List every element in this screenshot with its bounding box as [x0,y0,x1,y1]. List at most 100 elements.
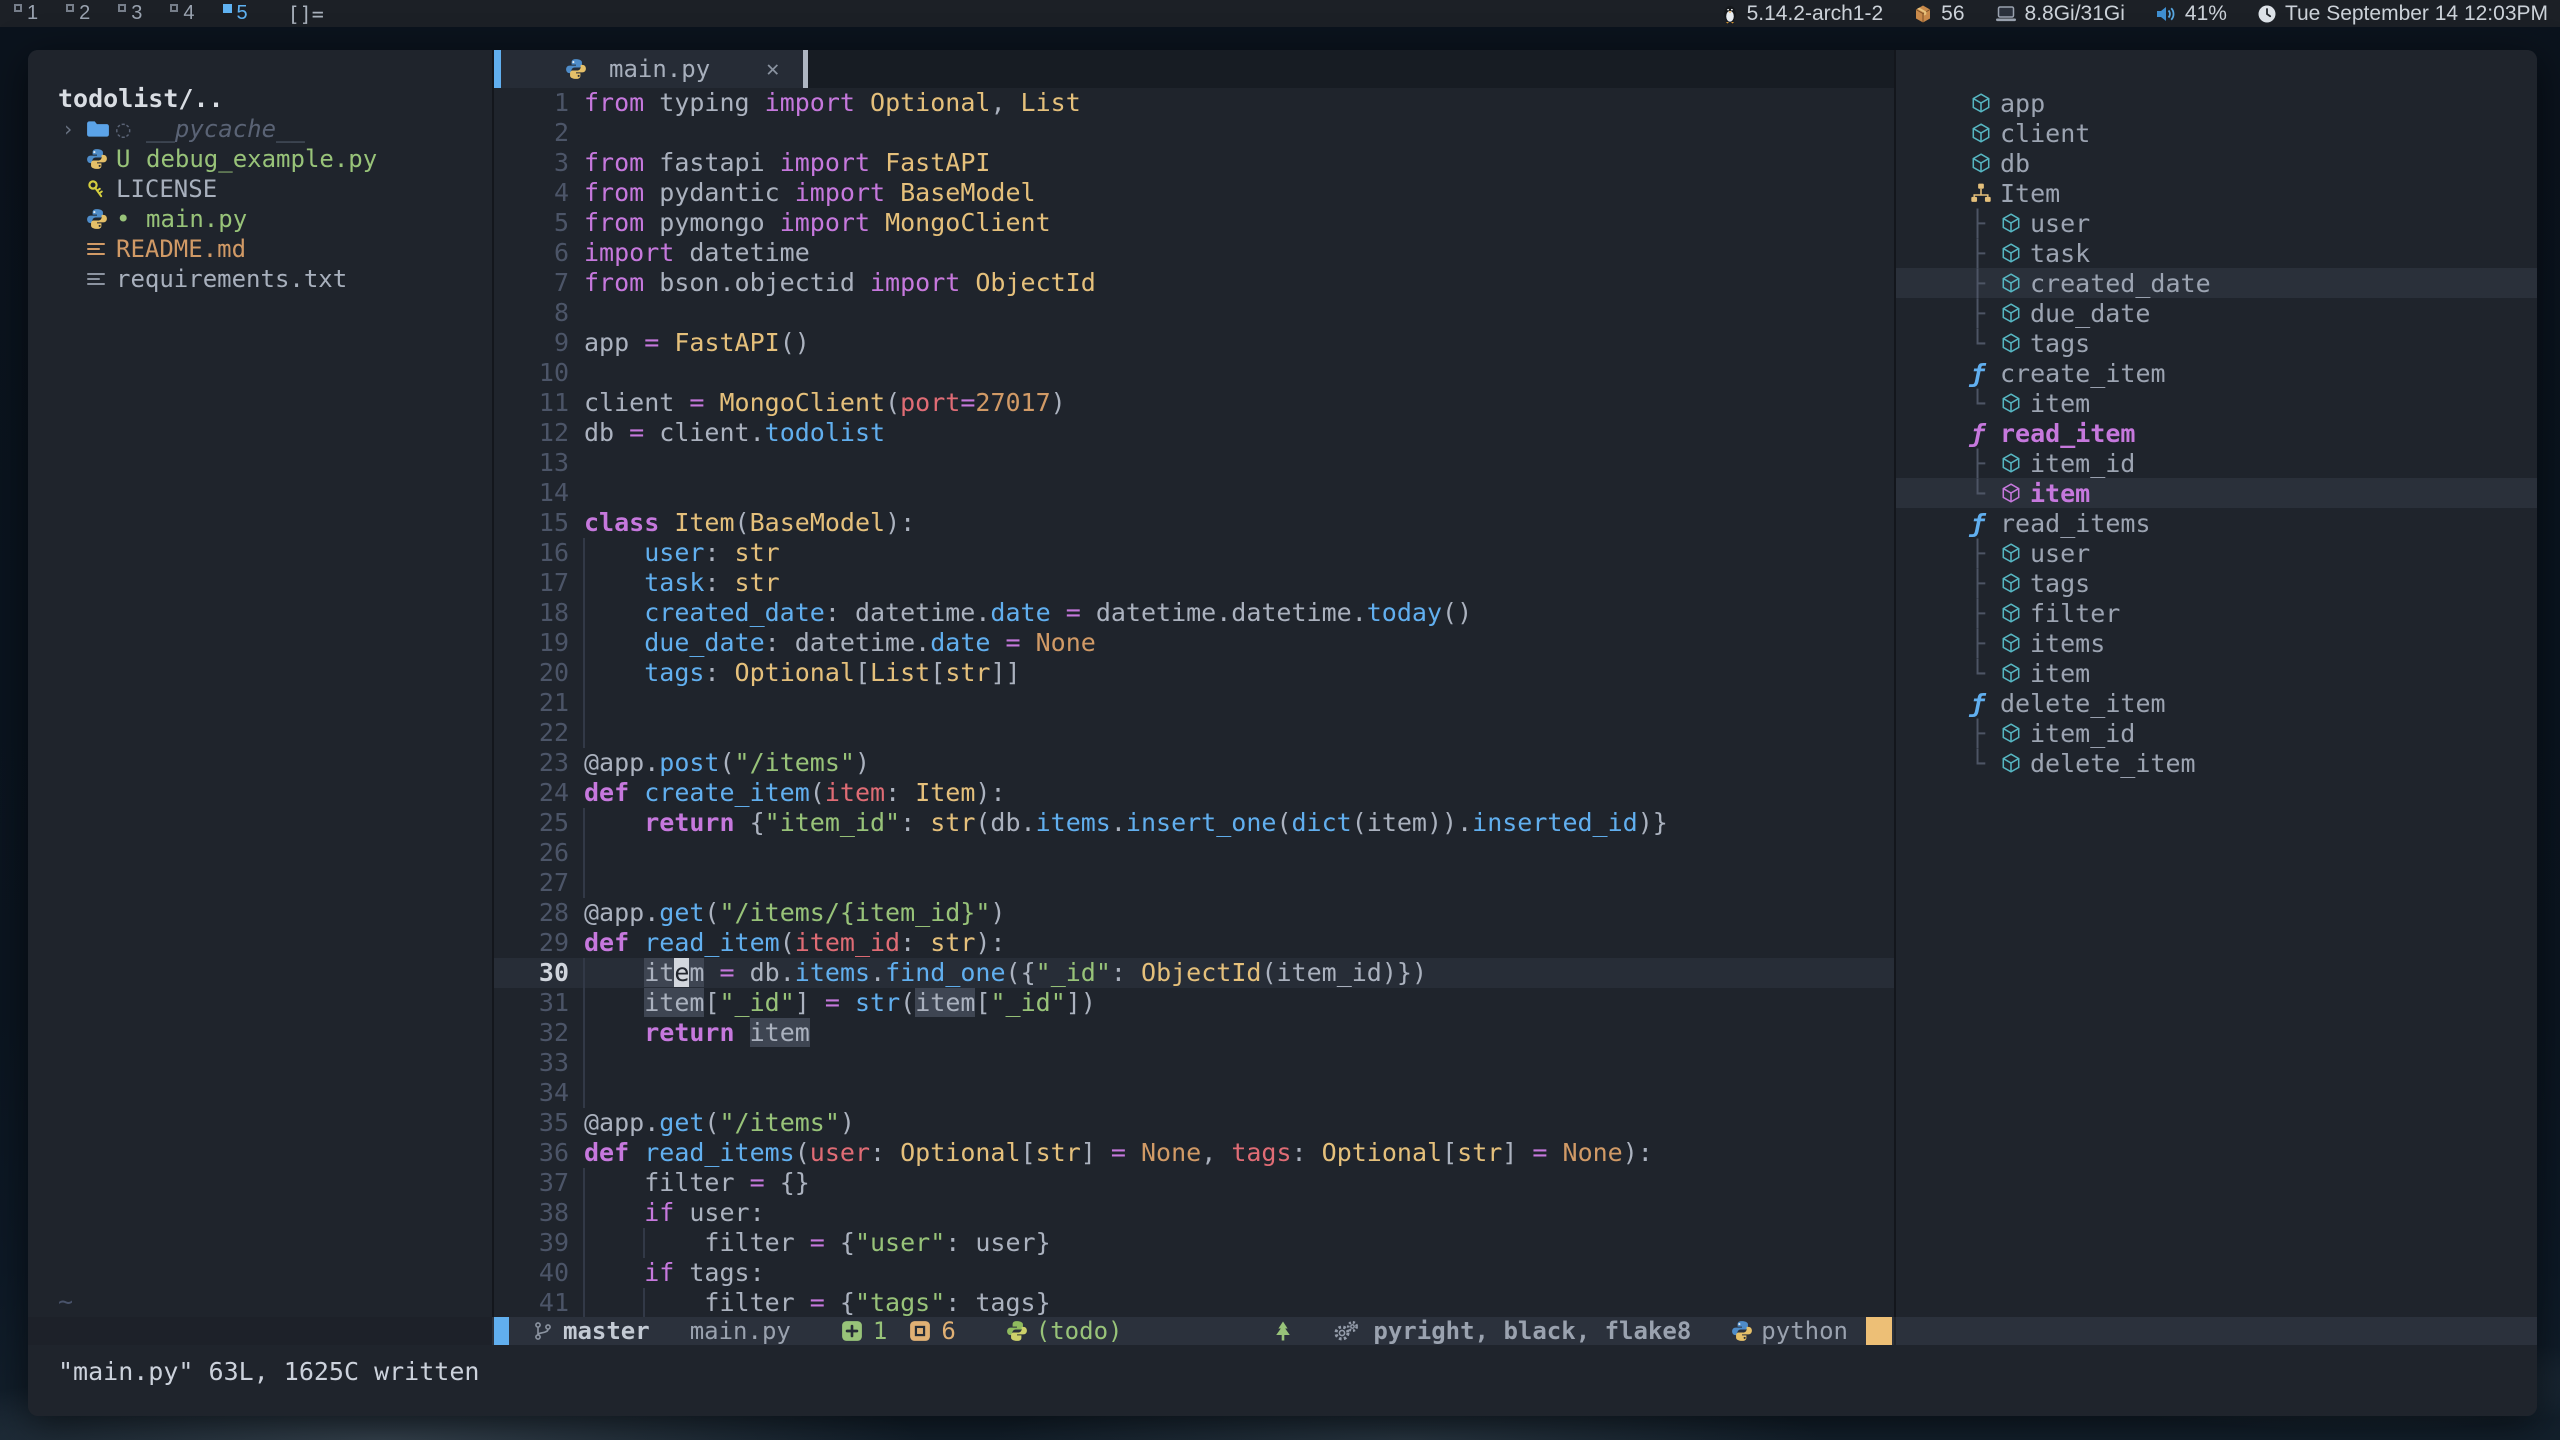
outline-item-task[interactable]: ├task [1896,238,2537,268]
symbol-outline[interactable]: appclientdbItem├user├task├created_date├d… [1896,50,2537,1317]
file-item-LICENSE[interactable]: LICENSE [28,174,492,204]
code-line-1[interactable]: 1from typing import Optional, List [494,88,1894,118]
code-line-12[interactable]: 12db = client.todolist [494,418,1894,448]
linter-list: pyright, black, flake8 [1373,1317,1691,1345]
code-line-22[interactable]: 22 [494,718,1894,748]
code-line-7[interactable]: 7from bson.objectid import ObjectId [494,268,1894,298]
tree-branch-glyph: ├ [1970,599,2000,628]
file-explorer[interactable]: todolist/.. ›◌__pycache__Udebug_example.… [28,50,492,1317]
outline-item-app[interactable]: app [1896,88,2537,118]
code-line-24[interactable]: 24def create_item(item: Item): [494,778,1894,808]
tabline: main.py ✕ [494,50,1894,88]
explorer-root[interactable]: todolist/.. [28,50,492,114]
outline-item-user[interactable]: ├user [1896,538,2537,568]
code-area[interactable]: 1from typing import Optional, List23from… [494,88,1894,1317]
outline-item-delete_item[interactable]: └delete_item [1896,748,2537,778]
outline-item-client[interactable]: client [1896,118,2537,148]
code-line-37[interactable]: 37 filter = {} [494,1168,1894,1198]
code-line-35[interactable]: 35@app.get("/items") [494,1108,1894,1138]
code-line-4[interactable]: 4from pydantic import BaseModel [494,178,1894,208]
code-line-30[interactable]: 30 item = db.items.find_one({"_id": Obje… [494,958,1894,988]
outline-item-user[interactable]: ├user [1896,208,2537,238]
code-line-9[interactable]: 9app = FastAPI() [494,328,1894,358]
code-text: user: str [584,538,780,568]
code-line-25[interactable]: 25 return {"item_id": str(db.items.inser… [494,808,1894,838]
outline-item-tags[interactable]: ├tags [1896,568,2537,598]
code-text: filter = {} [584,1168,810,1198]
code-line-3[interactable]: 3from fastapi import FastAPI [494,148,1894,178]
line-number: 29 [494,928,569,958]
command-line[interactable]: "main.py" 63L, 1625C written [28,1345,2537,1416]
code-line-2[interactable]: 2 [494,118,1894,148]
code-line-40[interactable]: 40 if tags: [494,1258,1894,1288]
git-branch-name: master [563,1317,650,1345]
file-item-debug_example.py[interactable]: Udebug_example.py [28,144,492,174]
workspace-1[interactable]: 1 [0,0,52,27]
outline-item-item_id[interactable]: ├item_id [1896,448,2537,478]
code-line-26[interactable]: 26 [494,838,1894,868]
code-line-33[interactable]: 33 [494,1048,1894,1078]
outline-item-due_date[interactable]: ├due_date [1896,298,2537,328]
outline-item-Item[interactable]: Item [1896,178,2537,208]
code-line-11[interactable]: 11client = MongoClient(port=27017) [494,388,1894,418]
editor-pane[interactable]: main.py ✕ 1from typing import Optional, … [494,50,1894,1317]
code-line-39[interactable]: 39 filter = {"user": user} [494,1228,1894,1258]
tab-close-icon[interactable]: ✕ [766,57,779,82]
outline-item-read_items[interactable]: ƒread_items [1896,508,2537,538]
code-line-5[interactable]: 5from pymongo import MongoClient [494,208,1894,238]
code-line-27[interactable]: 27 [494,868,1894,898]
outline-item-create_item[interactable]: ƒcreate_item [1896,358,2537,388]
line-number: 5 [494,208,569,238]
outline-item-tags[interactable]: └tags [1896,328,2537,358]
chevron-right-icon[interactable]: › [62,117,86,141]
code-line-28[interactable]: 28@app.get("/items/{item_id}") [494,898,1894,928]
outline-item-filter[interactable]: ├filter [1896,598,2537,628]
file-item-__pycache__[interactable]: ›◌__pycache__ [28,114,492,144]
code-line-18[interactable]: 18 created_date: datetime.date = datetim… [494,598,1894,628]
code-line-17[interactable]: 17 task: str [494,568,1894,598]
code-line-20[interactable]: 20 tags: Optional[List[str]] [494,658,1894,688]
workspace-5[interactable]: 5 [209,0,262,27]
code-line-19[interactable]: 19 due_date: datetime.date = None [494,628,1894,658]
outline-item-item_id[interactable]: ├item_id [1896,718,2537,748]
workspace-4[interactable]: 4 [156,0,208,27]
cube-icon [1970,92,1992,114]
outline-item-item[interactable]: └item [1896,478,2537,508]
workspace-2[interactable]: 2 [52,0,104,27]
code-text: @app.get("/items/{item_id}") [584,898,1005,928]
code-line-29[interactable]: 29def read_item(item_id: str): [494,928,1894,958]
tab-main-py[interactable]: main.py ✕ [501,50,803,88]
code-line-14[interactable]: 14 [494,478,1894,508]
outline-item-item[interactable]: └item [1896,658,2537,688]
code-line-6[interactable]: 6import datetime [494,238,1894,268]
outline-item-db[interactable]: db [1896,148,2537,178]
code-line-36[interactable]: 36def read_items(user: Optional[str] = N… [494,1138,1894,1168]
workspace-label: 5 [237,0,248,27]
function-icon: ƒ [1970,359,2000,388]
code-line-16[interactable]: 16 user: str [494,538,1894,568]
outline-item-read_item[interactable]: ƒread_item [1896,418,2537,448]
outline-item-created_date[interactable]: ├created_date [1896,268,2537,298]
code-line-31[interactable]: 31 item["_id"] = str(item["_id"]) [494,988,1894,1018]
file-item-main.py[interactable]: •main.py [28,204,492,234]
file-item-requirements.txt[interactable]: requirements.txt [28,264,492,294]
outline-item-delete_item[interactable]: ƒdelete_item [1896,688,2537,718]
code-line-34[interactable]: 34 [494,1078,1894,1108]
code-line-10[interactable]: 10 [494,358,1894,388]
code-line-13[interactable]: 13 [494,448,1894,478]
top-bar: 12345 []= 5.14.2-arch1-2568.8Gi/31Gi41%T… [0,0,2560,27]
code-line-23[interactable]: 23@app.post("/items") [494,748,1894,778]
code-line-38[interactable]: 38 if user: [494,1198,1894,1228]
file-item-README.md[interactable]: README.md [28,234,492,264]
outline-item-item[interactable]: └item [1896,388,2537,418]
workspace-3[interactable]: 3 [104,0,156,27]
code-line-15[interactable]: 15class Item(BaseModel): [494,508,1894,538]
tree-branch-glyph: ├ [1970,629,2000,658]
code-line-32[interactable]: 32 return item [494,1018,1894,1048]
indent-guide [583,688,585,718]
code-line-21[interactable]: 21 [494,688,1894,718]
code-line-41[interactable]: 41 filter = {"tags": tags} [494,1288,1894,1317]
code-line-8[interactable]: 8 [494,298,1894,328]
outline-item-items[interactable]: ├items [1896,628,2537,658]
line-number: 27 [494,868,569,898]
